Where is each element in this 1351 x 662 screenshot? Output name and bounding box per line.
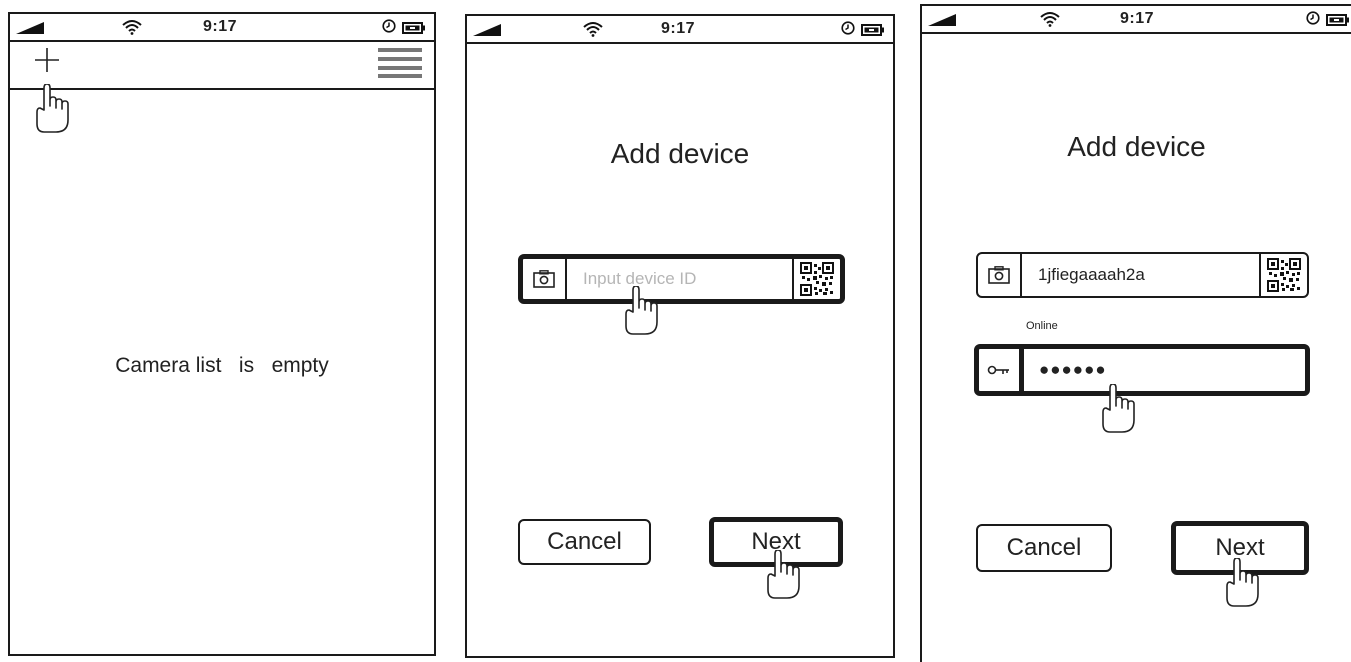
device-id-field[interactable]: Input device ID <box>518 254 845 304</box>
menu-icon[interactable] <box>378 48 422 78</box>
battery-icon <box>861 24 885 36</box>
tap-hand-icon <box>34 84 78 134</box>
device-id-field[interactable]: 1jfiegaaaah2a <box>976 252 1309 298</box>
device-status-label: Online <box>1026 320 1058 332</box>
next-button[interactable]: Next <box>709 517 843 567</box>
clock-icon <box>1306 11 1320 25</box>
device-id-value: 1jfiegaaaah2a <box>1038 265 1145 284</box>
phone-screen-add-device-filled: 9:17 Add device 1jfiegaaaah2a Online ●●●… <box>920 4 1351 662</box>
signal-icon <box>473 24 501 36</box>
status-bar: 9:17 <box>922 6 1351 34</box>
status-time: 9:17 <box>661 20 696 37</box>
device-id-placeholder: Input device ID <box>583 269 697 288</box>
battery-icon <box>402 22 426 34</box>
battery-icon <box>1326 14 1350 26</box>
clock-icon <box>841 21 855 35</box>
camera-icon-wrap <box>523 259 565 299</box>
status-time: 9:17 <box>1120 10 1155 27</box>
page-title: Add device <box>1067 131 1206 162</box>
camera-icon <box>988 266 1010 284</box>
wifi-icon <box>122 19 142 35</box>
status-time: 9:17 <box>203 18 238 35</box>
wifi-icon <box>1040 11 1060 27</box>
camera-icon <box>533 270 555 288</box>
camera-icon-wrap <box>978 254 1020 296</box>
nav-bar <box>10 40 434 90</box>
password-value: ●●●●●● <box>1039 360 1107 379</box>
signal-icon <box>16 22 44 34</box>
next-button[interactable]: Next <box>1171 521 1309 575</box>
phone-screen-camera-list: 9:17 Camera list is empty <box>8 12 436 656</box>
key-icon-wrap <box>979 349 1019 391</box>
clock-icon <box>382 19 396 33</box>
qr-code-icon[interactable] <box>1261 254 1307 296</box>
password-field[interactable]: ●●●●●● <box>974 344 1310 396</box>
page-title: Add device <box>610 138 750 169</box>
cancel-button[interactable]: Cancel <box>976 524 1112 572</box>
empty-list-message: Camera list is empty <box>115 354 329 377</box>
signal-icon <box>928 14 956 26</box>
wifi-icon <box>583 21 603 37</box>
cancel-button[interactable]: Cancel <box>518 519 651 565</box>
qr-code-icon[interactable] <box>794 259 840 299</box>
status-bar: 9:17 <box>467 16 893 44</box>
add-icon[interactable] <box>32 44 62 74</box>
phone-screen-add-device: 9:17 Add device Input device ID Cancel N… <box>465 14 895 658</box>
status-bar: 9:17 <box>10 14 434 42</box>
key-icon <box>987 365 1009 375</box>
